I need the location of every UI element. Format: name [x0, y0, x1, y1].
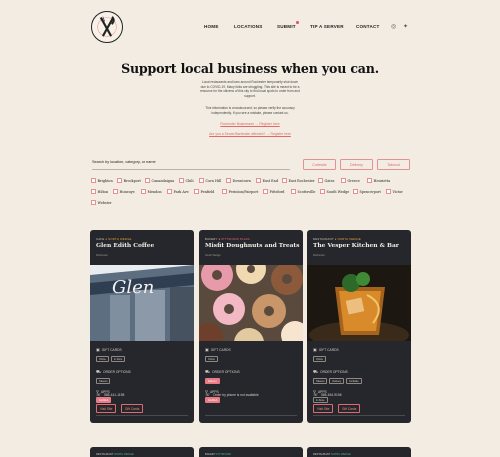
checkbox-canandaigua[interactable]: Canandaigua	[145, 177, 174, 184]
checkbox-mendon[interactable]: Mendon	[141, 188, 162, 195]
checkbox-webster[interactable]: Webster	[91, 199, 112, 206]
delivery-filter-button[interactable]: Delivery	[340, 159, 373, 170]
order-options-heading: ⛟ ORDER OPTIONS	[96, 369, 131, 374]
visit-site-button[interactable]: Visit Site	[96, 404, 117, 413]
truck-icon: ⛟	[205, 369, 211, 374]
nav-submit[interactable]: SUBMIT	[277, 24, 296, 29]
card-title[interactable]: Glen Edith Coffee	[96, 242, 190, 249]
nav-locations[interactable]: LOCATIONS	[234, 24, 263, 29]
intro-paragraph: Local restaurants and bars around Roches…	[200, 80, 300, 98]
apps-list: Grubhub	[205, 397, 221, 403]
checkbox-brockport[interactable]: Brockport	[117, 177, 141, 184]
visit-site-button[interactable]: Visit Site	[313, 404, 334, 413]
checkbox-penfield[interactable]: Penfield	[194, 188, 214, 195]
checkbox-scottsville[interactable]: Scottsville	[291, 188, 315, 195]
checkbox-east-rochester[interactable]: East Rochester	[282, 177, 315, 184]
checkbox-park-ave[interactable]: Park Ave	[167, 188, 189, 195]
card-photo: Glen	[90, 265, 194, 341]
gift-cards-heading: ▣ GIFT CARDS	[96, 347, 122, 352]
checkbox-spencerport[interactable]: Spencerport	[353, 188, 381, 195]
site-header: HOME LOCATIONS SUBMIT TIP A SERVER CONTA…	[0, 0, 500, 54]
card-location: Rochester	[313, 254, 325, 257]
checkbox-perinton-fairport[interactable]: Perinton/Fairport	[222, 188, 258, 195]
search-input[interactable]: Search by location, category, or name	[92, 160, 156, 164]
card-category: BAKERY ● PITTSFORD PLAZA	[205, 237, 250, 241]
disclaimer-paragraph: This information is crowdsourced, so ple…	[205, 106, 295, 115]
gift-cards-button[interactable]: Gift Cards	[121, 404, 144, 413]
nav-contact[interactable]: CONTACT	[356, 24, 380, 29]
card-divider	[205, 415, 297, 416]
nav-tip-a-server[interactable]: TIP A SERVER	[310, 24, 344, 29]
checkbox-victor[interactable]: Victor	[386, 188, 403, 195]
submit-notification-dot	[296, 21, 299, 24]
checkbox-chili[interactable]: Chili	[179, 177, 194, 184]
card-divider	[313, 415, 405, 416]
business-card: BAKERY ● PITTSFORD PLAZA Misfit Doughnut…	[199, 230, 303, 423]
gift-card-options: Online	[313, 356, 326, 362]
svg-text:Glen: Glen	[112, 277, 154, 298]
gift-cards-button[interactable]: Gift Cards	[338, 404, 361, 413]
phone-icon: ☏	[205, 392, 211, 397]
gift-cards-heading: ▣ GIFT CARDS	[205, 347, 231, 352]
card-photo	[199, 265, 303, 341]
checkbox-gates[interactable]: Gates	[318, 177, 334, 184]
truck-icon: ⛟	[96, 369, 102, 374]
card-title[interactable]: Misfit Doughnuts and Treats	[205, 242, 299, 249]
business-card: CAFE ● NORTH WEDGE Glen Edith Coffee Roc…	[90, 230, 194, 423]
order-options: Takeout Delivery Curbside	[313, 378, 362, 384]
checkbox-downtown[interactable]: Downtown	[226, 177, 251, 184]
card-phone[interactable]: ☏ 585-454-9196	[313, 392, 342, 397]
card-phone: ☏ Order by phone is not available	[205, 392, 259, 397]
order-options: Takeout	[96, 378, 111, 384]
order-options-heading: ⛟ ORDER OPTIONS	[205, 369, 240, 374]
gift-cards-heading: ▣ GIFT CARDS	[313, 347, 339, 352]
register-business-link[interactable]: Rochester Businesses → Register here	[150, 122, 350, 126]
apps-list: In-Store	[313, 397, 328, 403]
card-phone[interactable]: ☏ 585-441-1198	[96, 392, 124, 397]
card-divider	[96, 415, 188, 416]
phone-icon: ☏	[313, 392, 319, 397]
gift-icon: ▣	[96, 347, 100, 352]
truck-icon: ⛟	[313, 369, 319, 374]
curbside-filter-button[interactable]: Curbside	[303, 159, 336, 170]
takeout-filter-button[interactable]: Takeout	[377, 159, 410, 170]
checkbox-south-wedge[interactable]: South Wedge	[320, 188, 349, 195]
checkbox-henrietta[interactable]: Henrietta	[367, 177, 390, 184]
card-location: South Wedge	[205, 254, 221, 257]
card-category: CAFE ● NORTH WEDGE	[96, 237, 132, 241]
gift-card-options: Online In Store	[96, 356, 126, 362]
phone-icon: ☏	[96, 392, 102, 397]
card-photo	[307, 265, 411, 341]
checkbox-brighton[interactable]: Brighton	[91, 177, 113, 184]
nav-home[interactable]: HOME	[204, 24, 219, 29]
card-title[interactable]: The Vesper Kitchen & Bar	[313, 242, 407, 249]
apps-list: Grubhub	[96, 397, 112, 403]
card-location: Rochester	[96, 254, 108, 257]
business-card-partial: RESTAURANT NORTH WEDGE	[90, 447, 194, 457]
gift-card-options: Online	[205, 356, 218, 362]
checkbox-east-end[interactable]: East End	[256, 177, 278, 184]
page-title: Support local business when you can.	[121, 61, 379, 76]
business-card: RESTAURANT ● NORTH WEDGE The Vesper Kitc…	[307, 230, 411, 423]
card-category: RESTAURANT ● NORTH WEDGE	[313, 237, 361, 241]
checkbox-hilton[interactable]: Hilton	[91, 188, 108, 195]
gift-icon: ▣	[313, 347, 317, 352]
order-options-heading: ⛟ ORDER OPTIONS	[313, 369, 348, 374]
instagram-icon[interactable]: ◎	[391, 23, 396, 30]
register-server-link[interactable]: Are you a Server/Bartender affected? → R…	[150, 132, 350, 136]
checkbox-corn-hill[interactable]: Corn Hill	[199, 177, 221, 184]
order-options: Delivery	[205, 378, 220, 384]
checkbox-greece[interactable]: Greece	[341, 177, 360, 184]
gift-icon: ▣	[205, 347, 209, 352]
business-card-partial: RESTAURANT NORTH WEDGE	[307, 447, 411, 457]
twitter-icon[interactable]: ✦	[403, 23, 408, 30]
checkbox-honeoye[interactable]: Honeoye	[113, 188, 135, 195]
checkbox-pittsford[interactable]: Pittsford	[263, 188, 284, 195]
main-nav: HOME LOCATIONS SUBMIT TIP A SERVER CONTA…	[0, 21, 500, 34]
business-card-partial: BAKERY PITTSFORD	[199, 447, 303, 457]
search-underline	[92, 169, 290, 170]
